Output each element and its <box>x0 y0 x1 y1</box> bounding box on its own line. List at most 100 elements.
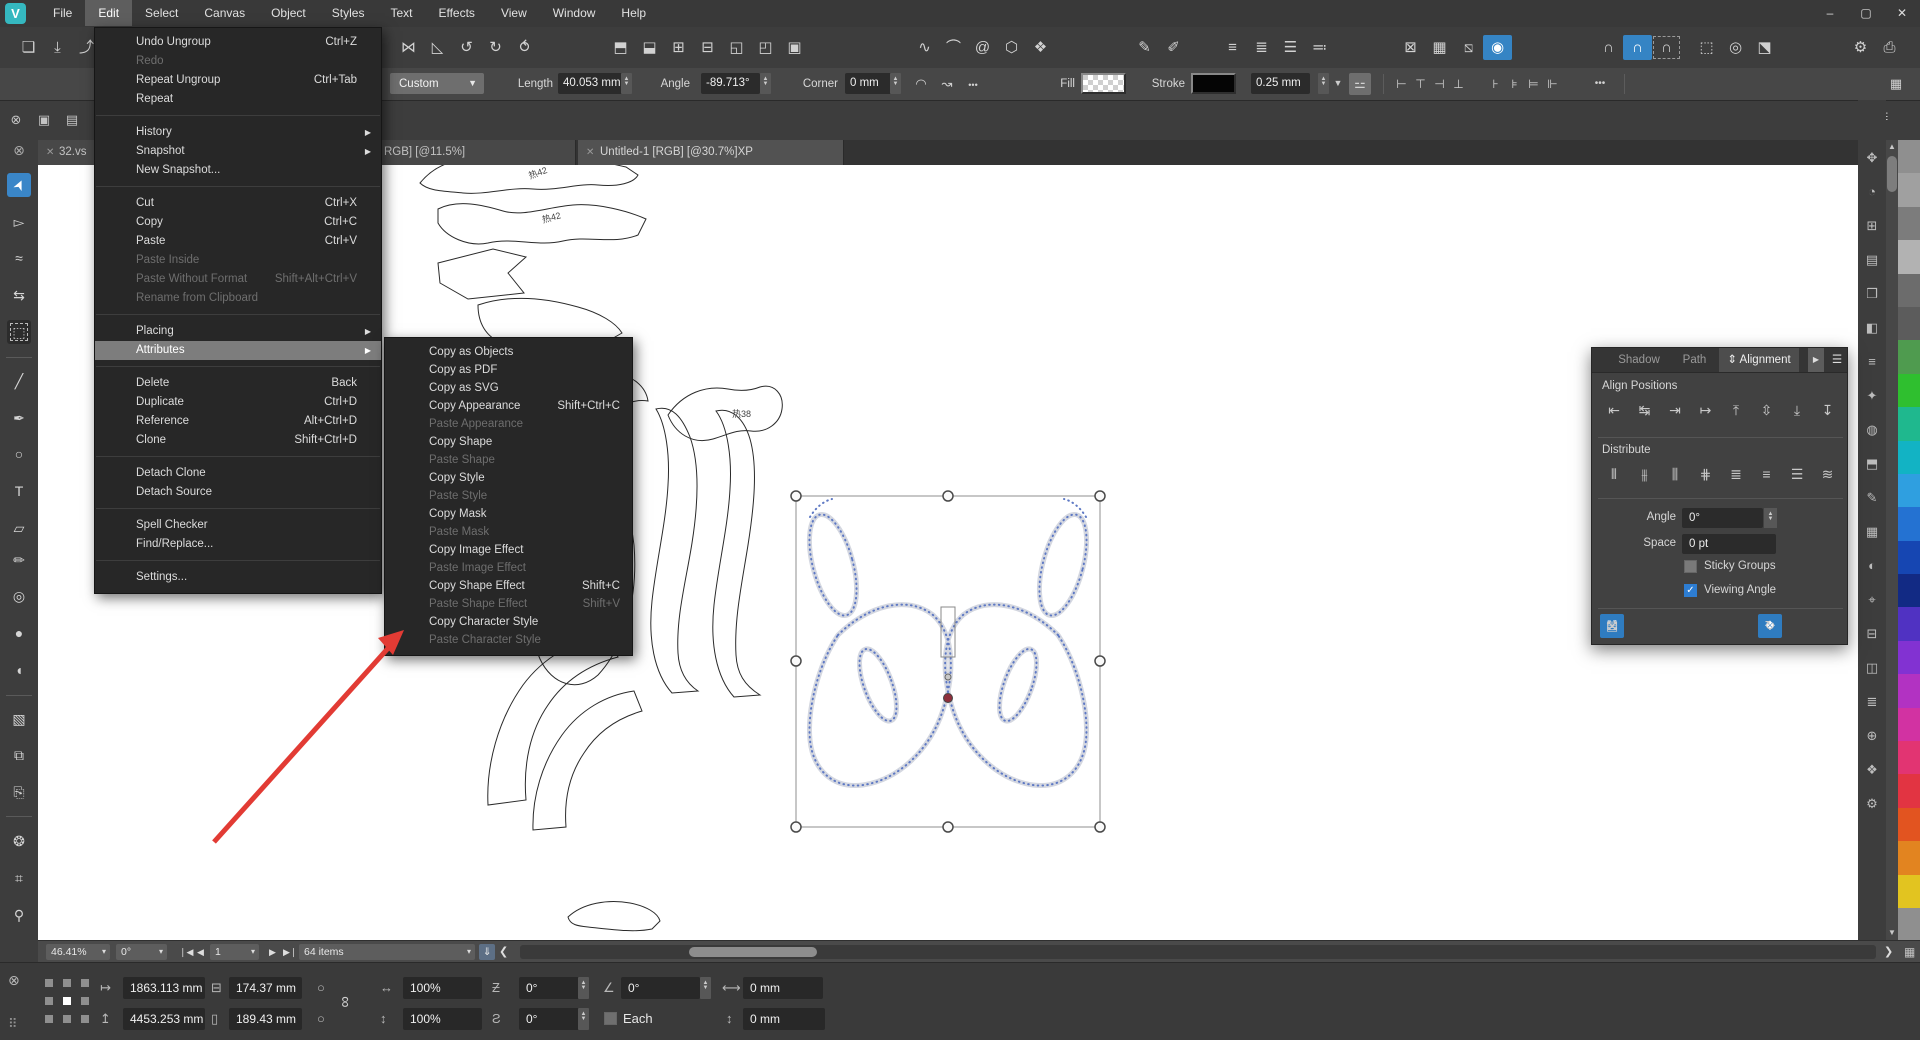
frame-icon[interactable]: ⬚ <box>1692 35 1721 60</box>
panel-contrast-icon[interactable]: ◐ <box>1862 556 1882 576</box>
close-button[interactable]: ✕ <box>1884 0 1920 26</box>
prev-page-button[interactable]: ◀ <box>197 944 204 960</box>
submenu-item-copy-appearance[interactable]: Copy AppearanceShift+Ctrl+C <box>385 397 632 415</box>
distribute-top-icon[interactable]: ≣ <box>1722 462 1750 486</box>
each-checkbox[interactable] <box>604 1012 617 1025</box>
edit-menu-item-repeat[interactable]: Repeat <box>95 90 381 109</box>
distribute-left-icon[interactable]: ⫴ <box>1600 462 1628 486</box>
color-swatch[interactable] <box>1898 240 1920 273</box>
offset-x-field[interactable]: 0 mm <box>743 977 823 999</box>
panel-align-icon[interactable]: ⌖ <box>1862 590 1882 610</box>
stroke-options-icon[interactable]: ⚍ <box>1349 73 1371 95</box>
menu-file[interactable]: File <box>40 0 85 26</box>
snap-selection-icon[interactable]: ∩ <box>1652 35 1681 60</box>
color-swatch[interactable] <box>1898 808 1920 841</box>
color-swatch[interactable] <box>1898 340 1920 373</box>
angle-field[interactable]: -89.713° <box>701 73 760 94</box>
stroke-align-4-icon[interactable]: ⊥ <box>1449 73 1468 95</box>
stroke-swatch[interactable] <box>1191 73 1236 94</box>
panel-options-icon[interactable]: ⚙ <box>1862 794 1882 814</box>
reference-point-selector[interactable] <box>45 979 91 1025</box>
arc-icon[interactable]: ⌒ <box>939 35 968 60</box>
submenu-item-copy-mask[interactable]: Copy Mask <box>385 505 632 523</box>
distribute-center-h-icon[interactable]: ⫵ <box>1631 462 1659 486</box>
compact-list-icon[interactable]: ≕ <box>1305 35 1334 60</box>
halftone-icon[interactable]: ▦ <box>1425 35 1454 60</box>
panel-pattern-icon[interactable]: ▦ <box>1862 522 1882 542</box>
edit-menu-item-detach-clone[interactable]: Detach Clone <box>95 464 381 483</box>
page-select[interactable]: 1 ▾ <box>210 944 259 960</box>
menu-view[interactable]: View <box>488 0 540 26</box>
snap-enabled-icon[interactable]: ∩ <box>1623 35 1652 60</box>
color-swatch[interactable] <box>1898 841 1920 874</box>
color-swatch[interactable] <box>1898 441 1920 474</box>
align-bottom-icon[interactable]: ⤓ <box>1783 398 1811 422</box>
panel-appearance-icon[interactable]: ◧ <box>1862 318 1882 338</box>
vertical-scrollbar[interactable]: ▲ ▼ <box>1886 140 1898 940</box>
stroke-align-3-icon[interactable]: ⊣ <box>1430 73 1449 95</box>
panel-layers-icon[interactable]: ❒ <box>1862 284 1882 304</box>
submenu-item-copy-as-pdf[interactable]: Copy as PDF <box>385 361 632 379</box>
menu-help[interactable]: Help <box>608 0 659 26</box>
edit-menu-item-spell-checker[interactable]: Spell Checker <box>95 516 381 535</box>
select-tool[interactable]: ➤ <box>7 173 31 197</box>
stroke-preset-caret[interactable]: ▼ <box>1332 73 1344 94</box>
angle-field[interactable]: 0° <box>1682 508 1763 528</box>
union-icon[interactable]: ⬒ <box>606 35 635 60</box>
panel-artboard-icon[interactable]: ◫ <box>1862 658 1882 678</box>
color-swatch[interactable] <box>1898 875 1920 908</box>
color-swatch[interactable] <box>1898 574 1920 607</box>
wave-icon[interactable]: ∿ <box>910 35 939 60</box>
edit-menu-item-cut[interactable]: CutCtrl+X <box>95 194 381 213</box>
proportional-icon[interactable]: ○ <box>317 1008 325 1030</box>
skew-y-field[interactable]: 0° <box>519 1008 580 1030</box>
edit-menu-item-copy[interactable]: CopyCtrl+C <box>95 213 381 232</box>
mirror-icon[interactable]: ⋈ <box>394 35 423 60</box>
blob-tool[interactable]: ● <box>7 621 31 645</box>
brush-tool[interactable]: ✏ <box>7 548 31 572</box>
color-swatch[interactable] <box>1898 541 1920 574</box>
panel-gradient-icon[interactable]: ◍ <box>1862 420 1882 440</box>
color-swatch[interactable] <box>1898 674 1920 707</box>
exclude-icon[interactable]: ⊟ <box>693 35 722 60</box>
color-picker-tool[interactable]: ❂ <box>7 829 31 853</box>
edit-menu-item-detach-source[interactable]: Detach Source <box>95 483 381 502</box>
menu-effects[interactable]: Effects <box>425 0 487 26</box>
panel-shape-icon[interactable]: ⬒ <box>1862 454 1882 474</box>
angle-stepper[interactable]: ▲▼ <box>1764 508 1777 528</box>
stroke-join-2-icon[interactable]: ⊩ <box>1543 73 1562 95</box>
edit-menu-item-history[interactable]: History▶ <box>95 123 381 142</box>
page-align-icon[interactable]: ▤ <box>1600 614 1624 638</box>
submenu-item-copy-as-objects[interactable]: Copy as Objects <box>385 343 632 361</box>
compose-icon[interactable]: ✎ <box>1130 35 1159 60</box>
panel-notes-icon[interactable]: ✎ <box>1862 488 1882 508</box>
document-tab-2[interactable]: ✕ Untitled-1 [RGB] [@30.7%]XP <box>578 140 844 165</box>
rotation-field[interactable]: 0° <box>621 977 700 999</box>
effects-panel-icon[interactable]: ❖ <box>1026 35 1055 60</box>
color-mix-icon[interactable]: ◉ <box>1483 35 1512 60</box>
marquee-tool[interactable]: ⬚ <box>7 320 31 344</box>
axis-transform-icon[interactable]: ↻ <box>1758 614 1782 638</box>
space-field[interactable]: 0 pt <box>1682 534 1776 554</box>
expand-right-icon[interactable]: ❯ <box>1884 944 1893 960</box>
panel-stroke-icon[interactable]: ≡ <box>1862 352 1882 372</box>
target-tool[interactable]: ◎ <box>7 584 31 608</box>
stroke-join-1-icon[interactable]: ⊨ <box>1524 73 1543 95</box>
divide-icon[interactable]: ◱ <box>722 35 751 60</box>
stroke-width-stepper[interactable]: ▲▼ <box>1318 73 1329 94</box>
panel-grip-icon[interactable]: ⠿ <box>8 1013 18 1035</box>
color-swatch[interactable] <box>1898 173 1920 206</box>
edit-menu-item-new-snapshot[interactable]: New Snapshot... <box>95 161 381 180</box>
close-panel-icon[interactable]: ⊗ <box>8 969 20 991</box>
envelope-icon[interactable]: ⊠ <box>1396 35 1425 60</box>
pages-panel-icon[interactable]: ▤ <box>62 110 82 130</box>
detail-list-icon[interactable]: ≣ <box>1247 35 1276 60</box>
intersect-icon[interactable]: ⊞ <box>664 35 693 60</box>
edit-menu-item-reference[interactable]: ReferenceAlt+Ctrl+D <box>95 412 381 431</box>
distribute-middle-icon[interactable]: ≡ <box>1753 462 1781 486</box>
sticky-groups-checkbox[interactable] <box>1684 560 1697 573</box>
stroke-align-2-icon[interactable]: ⊤ <box>1411 73 1430 95</box>
menu-canvas[interactable]: Canvas <box>191 0 258 26</box>
rotation-stepper[interactable]: ▲▼ <box>700 977 711 999</box>
align-edge-h-icon[interactable]: ↦ <box>1692 398 1720 422</box>
